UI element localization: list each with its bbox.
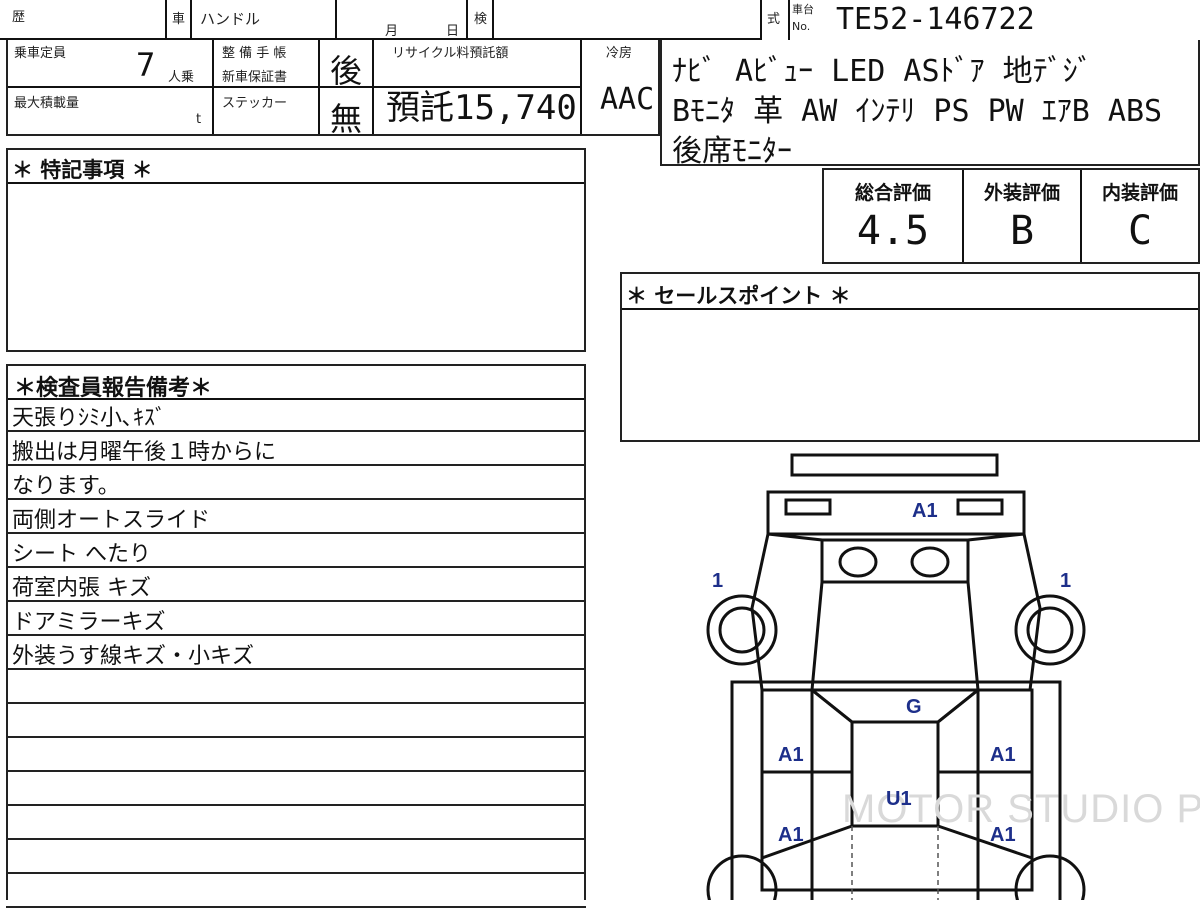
special-notes-box: ＊ 特記事項 ＊ <box>6 148 586 352</box>
maintenance-label: 整 備 手 帳 <box>222 46 287 61</box>
inspector-note-line: 両側オートスライド <box>6 500 586 534</box>
warranty-label: 新車保証書 <box>222 70 288 85</box>
sales-point-box: ＊ セールスポイント ＊ <box>620 272 1200 442</box>
sticker-value: 無 <box>330 100 363 138</box>
chassis-label-top: 車台 <box>792 3 814 16</box>
exterior-grade: 外装評価 B <box>964 170 1080 262</box>
overall-grade: 総合評価 4.5 <box>824 170 962 262</box>
special-notes-title: ＊ 特記事項 ＊ <box>12 158 153 182</box>
damage-mark-left-door-rear: A1 <box>778 824 804 846</box>
specs-block: 乗車定員 7 人乗 整 備 手 帳 新車保証書 後 最大積載量 t ステッカー … <box>6 40 660 138</box>
damage-mark-left-door-front: A1 <box>778 744 804 766</box>
recycle-value: 預託15,740 <box>386 88 577 128</box>
equipment-line-2: Bﾓﾆﾀ 革 AW ｲﾝﾃﾘ PS PW ｴｱB ABS <box>672 94 1163 129</box>
reki-label: 歴 <box>12 10 26 25</box>
inspector-note-line: 荷室内張 キズ <box>6 568 586 602</box>
inspector-note-empty <box>6 670 586 704</box>
inspector-note-line: 天張りｼﾐ小､ｷｽﾞ <box>6 398 586 432</box>
inspector-note-line: シート へたり <box>6 534 586 568</box>
inspector-note-empty <box>6 806 586 840</box>
damage-mark-hood: A1 <box>912 500 938 522</box>
damage-mark-left-front: 1 <box>712 570 724 592</box>
overall-grade-label: 総合評価 <box>854 182 931 204</box>
inspector-note-line: なります。 <box>6 466 586 500</box>
damage-mark-right-door-front: A1 <box>990 744 1016 766</box>
capacity-unit: 人乗 <box>168 70 195 85</box>
month-label: 月 <box>385 24 399 39</box>
ken-label: 検 <box>474 12 488 27</box>
inspector-note-empty <box>6 874 586 908</box>
inspector-note-empty <box>6 704 586 738</box>
inspector-note-line: ドアミラーキズ <box>6 602 586 636</box>
aircon-label: 冷房 <box>606 46 633 61</box>
sticker-label: ステッカー <box>222 96 288 111</box>
equipment-line-1: ﾅﾋﾞ Aﾋﾞｭｰ LED ASﾄﾞｱ 地ﾃﾞｼﾞ <box>672 54 1093 89</box>
inspector-note-empty <box>6 772 586 806</box>
damage-mark-roof: U1 <box>886 788 912 810</box>
recycle-label: リサイクル料預託額 <box>392 46 509 61</box>
sales-point-title: ＊ セールスポイント ＊ <box>626 284 851 308</box>
inspector-note-empty <box>6 840 586 874</box>
interior-grade-label: 内装評価 <box>1101 182 1178 204</box>
chassis-number: TE52-146722 <box>836 2 1035 37</box>
equipment-box: ﾅﾋﾞ Aﾋﾞｭｰ LED ASﾄﾞｱ 地ﾃﾞｼﾞ Bﾓﾆﾀ 革 AW ｲﾝﾃﾘ… <box>660 40 1200 169</box>
damage-mark-right-front: 1 <box>1060 570 1072 592</box>
grades-box: 総合評価 4.5 外装評価 B 内装評価 C <box>822 168 1200 264</box>
damage-mark-windshield: G <box>906 696 922 718</box>
inspector-note-line: 外装うす線キズ・小キズ <box>6 636 586 670</box>
exterior-grade-value: B <box>1009 208 1035 254</box>
maintenance-value: 後 <box>330 52 363 90</box>
equipment-line-3: 後席ﾓﾆﾀｰ <box>672 134 792 169</box>
interior-grade: 内装評価 C <box>1082 170 1198 262</box>
interior-grade-value: C <box>1127 208 1153 254</box>
handle-label: ハンドル <box>200 10 261 28</box>
capacity-value: 7 <box>136 46 156 84</box>
shiki-label: 式 <box>767 12 781 27</box>
max-load-label: 最大積載量 <box>14 96 80 111</box>
sha-label: 車 <box>172 12 186 27</box>
chassis-label-bottom: No. <box>792 20 811 33</box>
day-label: 日 <box>446 24 460 39</box>
capacity-label: 乗車定員 <box>14 46 67 61</box>
exterior-grade-label: 外装評価 <box>983 182 1060 204</box>
max-load-unit: t <box>196 112 202 127</box>
header-row: 歴 車 ハンドル 月 日 検 式 車台 No. TE52-146722 <box>0 0 1200 40</box>
inspector-note-line: 搬出は月曜午後１時からに <box>6 432 586 466</box>
aircon-value: AAC <box>600 82 655 117</box>
inspector-note-empty <box>6 738 586 772</box>
overall-grade-value: 4.5 <box>856 208 930 254</box>
damage-mark-right-door-rear: A1 <box>990 824 1016 846</box>
